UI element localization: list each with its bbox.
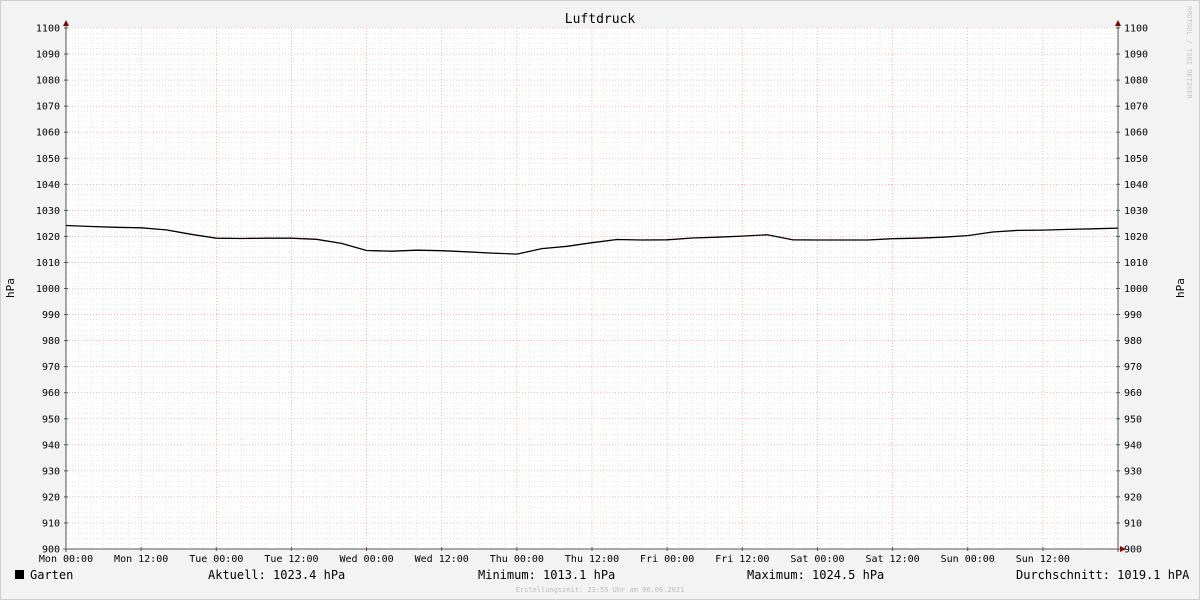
y-tick-label: 1060 [1124, 128, 1148, 139]
y-tick-label: 980 [1124, 336, 1142, 347]
y-tick-label: 950 [1124, 414, 1142, 425]
y-axis-arrow-right [1115, 20, 1121, 26]
y-axis-label-right: hPa [1174, 278, 1187, 298]
x-tick-label: Mon 12:00 [114, 554, 168, 565]
x-tick-label: Mon 00:00 [39, 554, 93, 565]
x-tick-label: Thu 00:00 [490, 554, 544, 565]
chart-title: Luftdruck [565, 12, 636, 27]
y-tick-label: 1090 [1124, 50, 1148, 61]
y-tick-label: 900 [1124, 545, 1142, 556]
y-tick-label: 1050 [1124, 154, 1148, 165]
y-tick-label: 970 [1124, 362, 1142, 373]
legend-average: Durchschnitt: 1019.1 hPA [1016, 568, 1190, 582]
legend-swatch [15, 570, 24, 579]
y-tick-labels-left: 9009109209309409509609709809901000101010… [36, 24, 60, 556]
y-tick-label: 1050 [36, 154, 60, 165]
y-tick-label: 1000 [36, 284, 60, 295]
y-tick-label: 1030 [1124, 206, 1148, 217]
x-tick-label: Sat 12:00 [865, 554, 919, 565]
y-tick-label: 1030 [36, 206, 60, 217]
y-tick-label: 1090 [36, 50, 60, 61]
y-tick-label: 990 [42, 310, 60, 321]
y-tick-label: 910 [42, 518, 60, 529]
y-axis-label-left: hPa [4, 278, 17, 298]
y-tick-label: 1020 [36, 232, 60, 243]
y-tick-label: 1080 [36, 76, 60, 87]
y-tick-label: 1000 [1124, 284, 1148, 295]
y-tick-label: 1100 [1124, 24, 1148, 35]
watermark: RRDTOOL / TOBI OETIKER [1185, 6, 1193, 100]
y-tick-label: 1010 [1124, 258, 1148, 269]
x-tick-label: Sun 12:00 [1016, 554, 1070, 565]
y-tick-label: 960 [42, 388, 60, 399]
y-tick-label: 1040 [36, 180, 60, 191]
y-tick-label: 970 [42, 362, 60, 373]
y-tick-label: 980 [42, 336, 60, 347]
y-tick-label: 990 [1124, 310, 1142, 321]
legend-series-name: Garten [30, 568, 73, 582]
y-tick-label: 930 [42, 466, 60, 477]
x-tick-label: Tue 00:00 [189, 554, 243, 565]
y-tick-label: 930 [1124, 466, 1142, 477]
y-tick-label: 1080 [1124, 76, 1148, 87]
y-tick-label: 950 [42, 414, 60, 425]
y-tick-label: 1020 [1124, 232, 1148, 243]
x-tick-label: Thu 12:00 [565, 554, 619, 565]
footer-timestamp: Erstellungszeit: 23:55 Uhr am 06.06.2021 [516, 586, 685, 594]
y-axis-arrow-left [63, 20, 69, 26]
y-tick-label: 940 [42, 440, 60, 451]
pressure-chart: 900 910 920 930 940 950 960 970 980 990 1000 1010 10… [4, 6, 1193, 594]
x-tick-label: Tue 12:00 [264, 554, 318, 565]
y-tick-label: 1010 [36, 258, 60, 269]
x-tick-label: Sun 00:00 [941, 554, 995, 565]
x-tick-label: Sat 00:00 [790, 554, 844, 565]
y-tick-label: 920 [1124, 492, 1142, 503]
y-tick-label: 1100 [36, 24, 60, 35]
y-tick-label: 940 [1124, 440, 1142, 451]
y-tick-labels-right: 900 910 920 930 940 950 960 970 980 990 1000 1010 10… [1124, 24, 1148, 556]
y-tick-label: 920 [42, 492, 60, 503]
y-tick-label: 960 [1124, 388, 1142, 399]
legend-maximum: Maximum: 1024.5 hPa [747, 568, 884, 582]
x-tick-label: Fri 12:00 [715, 554, 769, 565]
y-tick-label: 1070 [1124, 102, 1148, 113]
legend-current: Aktuell: 1023.4 hPa [208, 568, 345, 582]
x-tick-label: Wed 00:00 [339, 554, 393, 565]
y-tick-label: 1060 [36, 128, 60, 139]
y-tick-label: 1070 [36, 102, 60, 113]
x-tick-labels: Mon 00:00 Mon 12:00 Tue 00:00 Tue 12:00 Wed … [39, 554, 1070, 565]
y-tick-label: 1040 [1124, 180, 1148, 191]
y-tick-label: 910 [1124, 518, 1142, 529]
legend-minimum: Minimum: 1013.1 hPa [478, 568, 615, 582]
x-tick-label: Fri 00:00 [640, 554, 694, 565]
x-tick-label: Wed 12:00 [415, 554, 469, 565]
